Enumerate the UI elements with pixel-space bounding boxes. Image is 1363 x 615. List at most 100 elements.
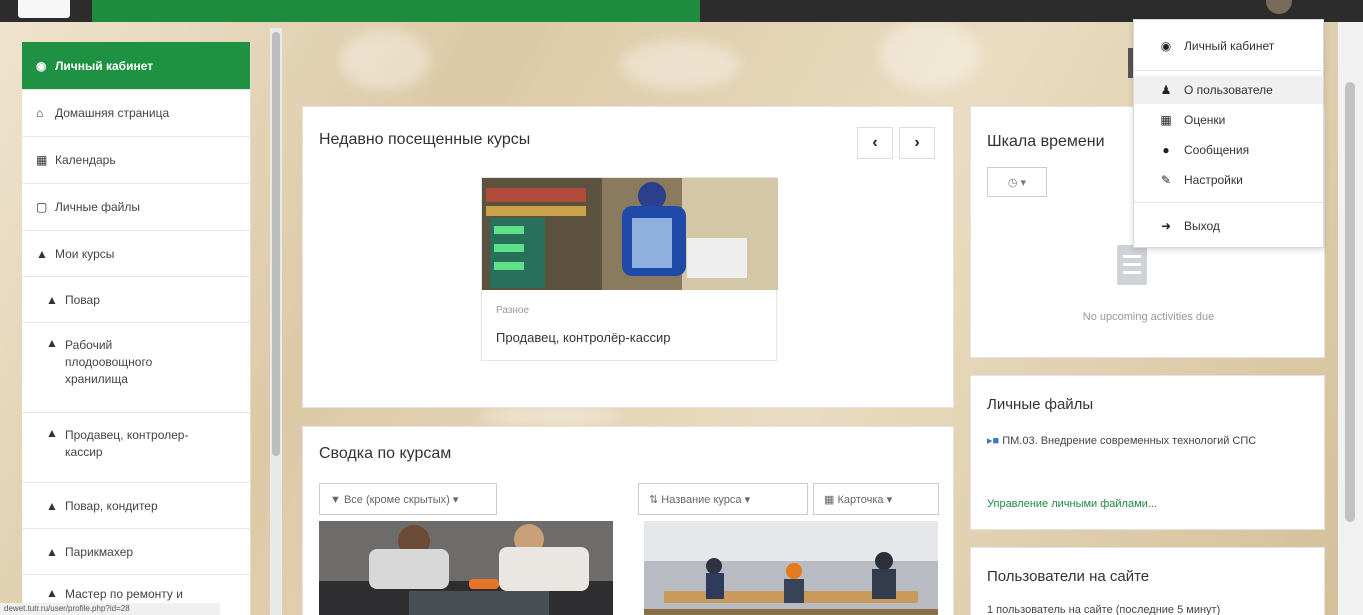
background-bokeh	[880, 20, 980, 90]
home-icon: ⌂	[36, 106, 44, 120]
user-dropdown-menu: ◉ Личный кабинет ♟ О пользователе ▦ Оцен…	[1133, 19, 1324, 248]
sidebar-item-course[interactable]: ▲ Парикмахер	[22, 529, 250, 575]
sidebar-item-label: Продавец, контролер-кассир	[65, 428, 189, 459]
folder-name: ПМ.03. Внедрение современных технологий …	[1002, 435, 1257, 447]
sidebar-item-label: Личные файлы	[55, 200, 140, 214]
graduation-cap-icon: ▲	[46, 544, 58, 559]
menu-item-label: Выход	[1184, 219, 1220, 233]
folder-icon: ▸■	[987, 435, 1000, 447]
sidebar-item-my-courses[interactable]: ▲ Мои курсы	[22, 231, 250, 277]
sidebar-item-dashboard[interactable]: ◉ Личный кабинет	[22, 42, 250, 90]
menu-divider	[1134, 70, 1323, 71]
graduation-cap-icon: ▲	[46, 586, 58, 600]
course-overview-block: Сводка по курсам ▼ Все (кроме скрытых) ▾…	[302, 426, 954, 615]
sidebar-item-label: Домашняя страница	[55, 106, 170, 120]
dropdown-label: ⇅ Название курса ▾	[649, 493, 751, 506]
block-title: Сводка по курсам	[319, 445, 452, 462]
menu-item-label: Личный кабинет	[1184, 39, 1275, 53]
sidebar-item-label: Календарь	[55, 153, 116, 167]
menu-item-dashboard[interactable]: ◉ Личный кабинет	[1134, 32, 1323, 60]
block-title: Личные файлы	[987, 396, 1094, 413]
online-users-block: Пользователи на сайте 1 пользователь на …	[970, 547, 1325, 615]
menu-divider	[1134, 202, 1323, 203]
menu-item-label: Оценки	[1184, 113, 1226, 127]
menu-item-label: О пользователе	[1184, 83, 1273, 97]
dropdown-label: ▦ Карточка ▾	[824, 493, 893, 506]
next-button[interactable]: ›	[899, 127, 935, 159]
course-category: Разное	[496, 305, 530, 316]
graduation-cap-icon: ▲	[46, 292, 58, 307]
graduation-cap-icon: ▲	[46, 426, 58, 440]
course-image[interactable]	[644, 521, 938, 615]
chevron-right-icon: ›	[914, 134, 920, 151]
prev-button[interactable]: ‹	[857, 127, 893, 159]
sidebar-item-course[interactable]: ▲ Рабочий плодоовощного хранилища	[22, 323, 250, 413]
menu-item-profile[interactable]: ♟ О пользователе	[1134, 76, 1323, 104]
dashboard-icon: ◉	[36, 58, 47, 73]
table-icon: ▦	[1160, 113, 1172, 127]
calendar-icon: ▦	[36, 153, 48, 167]
comment-icon: ●	[1162, 143, 1170, 157]
background-bokeh	[340, 30, 430, 90]
background-bokeh	[620, 40, 740, 90]
navigation-drawer: ◉ Личный кабинет ⌂ Домашняя страница ▦ К…	[22, 42, 251, 615]
sidebar-item-label: Повар	[65, 292, 100, 307]
recent-courses-block: Недавно посещенные курсы ‹ › Разное Прод…	[302, 106, 954, 408]
site-banner	[92, 0, 700, 22]
user-avatar[interactable]	[1266, 0, 1292, 14]
menu-item-grades[interactable]: ▦ Оценки	[1134, 106, 1323, 134]
course-card[interactable]: Разное Продавец, контролёр-кассир	[481, 177, 778, 361]
graduation-cap-icon: ▲	[46, 336, 58, 350]
sidebar-item-label: Личный кабинет	[55, 58, 154, 73]
scrollbar-thumb[interactable]	[1345, 82, 1355, 522]
folder-entry[interactable]: ▸■ ПМ.03. Внедрение современных технолог…	[987, 432, 1272, 450]
block-title: Недавно посещенные курсы	[319, 131, 531, 148]
file-icon: ▢	[36, 200, 48, 214]
sidebar-item-private-files[interactable]: ▢ Личные файлы	[22, 184, 250, 231]
view-dropdown[interactable]: ▦ Карточка ▾	[813, 483, 939, 515]
timeline-filter-dropdown[interactable]: ◷ ▾	[987, 167, 1047, 197]
menu-item-preferences[interactable]: ✎ Настройки	[1134, 166, 1323, 194]
sort-dropdown[interactable]: ⇅ Название курса ▾	[638, 483, 808, 515]
graduation-cap-icon: ▲	[46, 498, 58, 513]
menu-toggle-button[interactable]	[18, 0, 70, 18]
menu-item-logout[interactable]: ➜ Выход	[1134, 212, 1323, 240]
dropdown-label: ◷ ▾	[1007, 176, 1027, 189]
page-scrollbar[interactable]	[1338, 22, 1363, 615]
sidebar-item-course[interactable]: ▲ Повар, кондитер	[22, 483, 250, 529]
document-icon	[1117, 245, 1147, 285]
scrollbar-thumb[interactable]	[272, 32, 280, 456]
graduation-cap-icon: ▲	[36, 246, 48, 261]
sidebar-item-label: Парикмахер	[65, 544, 134, 559]
dashboard-icon: ◉	[1160, 39, 1172, 53]
menu-item-label: Настройки	[1184, 173, 1243, 187]
empty-state-text: No upcoming activities due	[1082, 311, 1215, 323]
course-image[interactable]	[482, 178, 778, 290]
private-files-block: Личные файлы ▸■ ПМ.03. Внедрение совреме…	[970, 375, 1325, 530]
grouping-filter-dropdown[interactable]: ▼ Все (кроме скрытых) ▾	[319, 483, 497, 515]
dropdown-label: ▼ Все (кроме скрытых) ▾	[330, 493, 459, 506]
sidebar-scrollbar[interactable]	[270, 28, 282, 615]
course-name-link[interactable]: Продавец, контролёр-кассир	[496, 330, 670, 345]
background-bokeh	[480, 405, 620, 427]
sidebar-item-label: Рабочий плодоовощного хранилища	[65, 338, 153, 386]
sidebar-item-label: Повар, кондитер	[65, 498, 158, 513]
status-bar-url: dewet.tutr.ru/user/profile.php?id=28	[0, 603, 220, 615]
chevron-left-icon: ‹	[872, 134, 878, 151]
menu-item-label: Сообщения	[1184, 143, 1250, 157]
sidebar-item-course[interactable]: ▲ Продавец, контролер-кассир	[22, 413, 250, 483]
manage-files-link[interactable]: Управление личными файлами...	[987, 498, 1157, 510]
user-icon: ♟	[1160, 83, 1172, 97]
wrench-icon: ✎	[1160, 173, 1172, 187]
sidebar-item-home[interactable]: ⌂ Домашняя страница	[22, 90, 250, 137]
sign-out-icon: ➜	[1160, 219, 1172, 233]
sidebar-item-course[interactable]: ▲ Повар	[22, 277, 250, 323]
menu-item-messages[interactable]: ● Сообщения	[1134, 136, 1323, 164]
online-users-text: 1 пользователь на сайте (последние 5 мин…	[987, 604, 1221, 615]
block-title: Шкала времени	[987, 133, 1105, 150]
sidebar-item-calendar[interactable]: ▦ Календарь	[22, 137, 250, 184]
sidebar-item-label: Мастер по ремонту и	[65, 587, 183, 601]
sidebar-item-label: Мои курсы	[55, 246, 115, 261]
block-title: Пользователи на сайте	[987, 568, 1150, 585]
course-image[interactable]	[319, 521, 613, 615]
